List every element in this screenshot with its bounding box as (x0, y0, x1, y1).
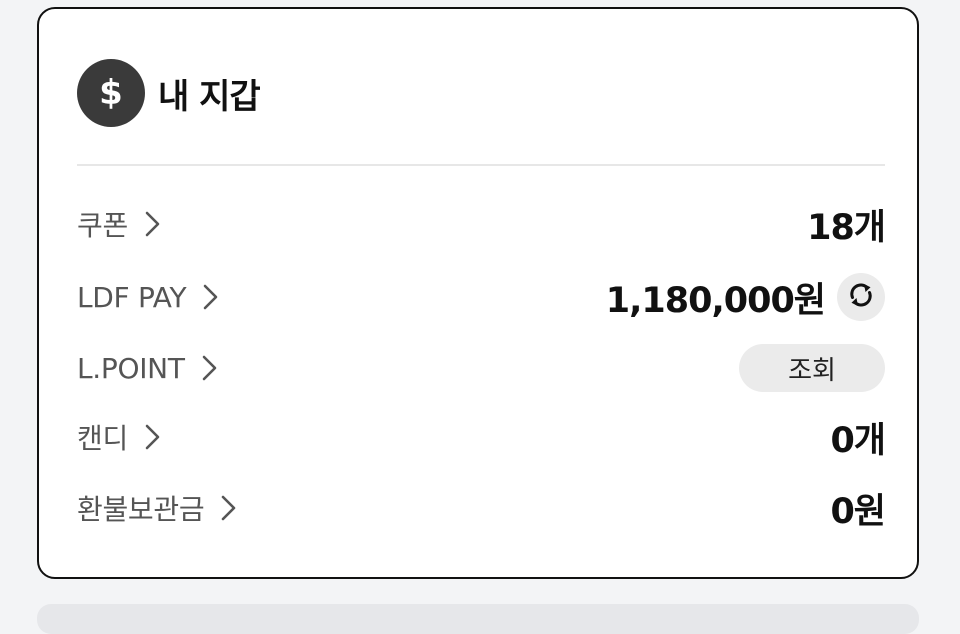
refund-label: 환불보관금 (77, 493, 205, 526)
ldf-pay-balance: 1,180,000원 (605, 280, 826, 321)
lpoint-row: L.POINT 조회 (77, 342, 885, 394)
refresh-icon (846, 280, 876, 314)
ldf-pay-value-wrap: 1,180,000원 (606, 272, 885, 323)
candy-value-wrap: 0개 (830, 412, 886, 463)
ldf-pay-link[interactable]: LDF PAY (77, 281, 220, 314)
lpoint-label: L.POINT (77, 351, 185, 385)
coupon-value-wrap: 18개 (807, 199, 886, 250)
coupon-label: 쿠폰 (77, 209, 128, 242)
dollar-icon-glyph: $ (99, 73, 123, 113)
wallet-card: $ 내 지갑 쿠폰 18개 LDF PAY 1,180,000원 L.POINT… (37, 7, 919, 579)
wallet-header: $ 내 지갑 (77, 59, 261, 127)
lpoint-value-wrap: 조회 (739, 344, 885, 392)
coupon-link[interactable]: 쿠폰 (77, 204, 162, 244)
refund-link[interactable]: 환불보관금 (77, 488, 238, 528)
chevron-right-icon (142, 210, 162, 238)
refund-row: 환불보관금 0원 (77, 482, 886, 534)
coupon-count: 18개 (807, 207, 886, 248)
chevron-right-icon (142, 423, 162, 451)
candy-count: 0개 (830, 420, 886, 461)
header-divider (77, 164, 885, 166)
candy-link[interactable]: 캔디 (77, 417, 162, 457)
candy-label: 캔디 (77, 422, 128, 455)
ldf-pay-row: LDF PAY 1,180,000원 (77, 271, 885, 323)
lpoint-lookup-button[interactable]: 조회 (739, 344, 885, 392)
wallet-title: 내 지갑 (158, 76, 261, 117)
next-card-peek (37, 604, 919, 634)
refund-amount: 0원 (830, 491, 886, 532)
refund-value-wrap: 0원 (830, 483, 886, 534)
chevron-right-icon (199, 354, 219, 382)
candy-row: 캔디 0개 (77, 411, 886, 463)
ldf-pay-label: LDF PAY (77, 280, 187, 314)
coupon-row: 쿠폰 18개 (77, 198, 886, 250)
chevron-right-icon (200, 283, 220, 311)
refresh-button[interactable] (837, 273, 885, 321)
chevron-right-icon (218, 494, 238, 522)
dollar-icon: $ (77, 59, 145, 127)
lpoint-link[interactable]: L.POINT (77, 352, 219, 385)
